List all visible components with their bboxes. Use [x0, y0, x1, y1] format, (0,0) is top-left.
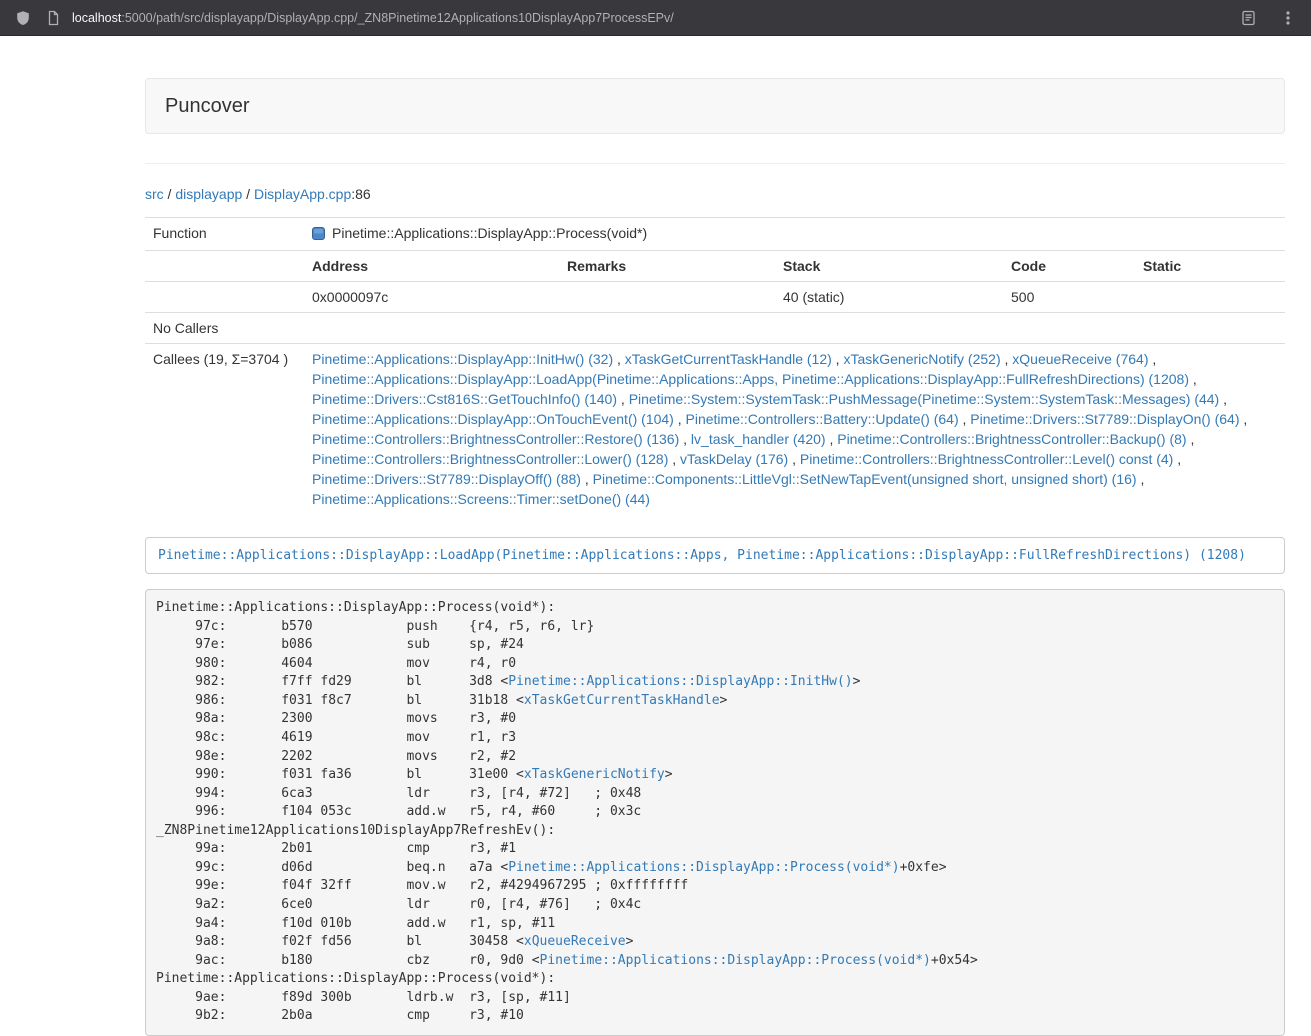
breadcrumb-line-number: :86 [351, 186, 370, 202]
shield-icon[interactable] [14, 9, 32, 27]
callee-link[interactable]: Pinetime::Drivers::St7789::DisplayOn() (… [970, 411, 1239, 427]
page-title: Puncover [165, 93, 1265, 119]
breadcrumb-link[interactable]: displayapp [175, 186, 242, 202]
divider [145, 163, 1285, 164]
callee-link[interactable]: Pinetime::Applications::DisplayApp::Init… [312, 351, 613, 367]
callee-link[interactable]: Pinetime::Controllers::BrightnessControl… [312, 431, 679, 447]
breadcrumb-separator: / [164, 186, 176, 202]
stats-header-row: Address Remarks Stack Code Static [145, 251, 1285, 282]
function-row: Function Pinetime::Applications::Display… [145, 218, 1285, 251]
callee-link[interactable]: xTaskGenericNotify (252) [843, 351, 1000, 367]
callee-link[interactable]: Pinetime::Controllers::BrightnessControl… [800, 451, 1173, 467]
function-row-label: Function [145, 218, 304, 251]
page-icon[interactable] [44, 9, 62, 27]
callee-link[interactable]: Pinetime::Controllers::Battery::Update()… [686, 411, 959, 427]
breadcrumb-link[interactable]: DisplayApp.cpp [254, 186, 351, 202]
callee-link[interactable]: Pinetime::Components::LittleVgl::SetNewT… [593, 471, 1137, 487]
stats-row-spacer [145, 282, 304, 313]
no-callers-label: No Callers [145, 313, 304, 344]
function-cell: Pinetime::Applications::DisplayApp::Proc… [304, 218, 1285, 251]
function-name: Pinetime::Applications::DisplayApp::Proc… [332, 225, 647, 241]
stats-header-spacer [145, 251, 304, 282]
callee-link[interactable]: Pinetime::Drivers::St7789::DisplayOff() … [312, 471, 581, 487]
no-callers-cell [304, 313, 1285, 344]
static-value [1135, 282, 1285, 313]
address-value: 0x0000097c [304, 282, 559, 313]
menu-kebab-icon[interactable] [1279, 9, 1297, 27]
breadcrumb-link[interactable]: src [145, 186, 164, 202]
disassembly: Pinetime::Applications::DisplayApp::Proc… [145, 589, 1285, 1036]
breadcrumb-separator: / [242, 186, 254, 202]
function-table: Function Pinetime::Applications::Display… [145, 217, 1285, 514]
url-bar[interactable]: localhost:5000/path/src/displayapp/Displ… [72, 11, 674, 25]
column-header-code: Code [1003, 251, 1135, 282]
url-host: localhost [72, 11, 121, 25]
url-path: :5000/path/src/displayapp/DisplayApp.cpp… [121, 11, 673, 25]
callee-link[interactable]: lv_task_handler (420) [691, 431, 826, 447]
stats-row: 0x0000097c 40 (static) 500 [145, 282, 1285, 313]
callee-link[interactable]: vTaskDelay (176) [680, 451, 788, 467]
reader-view-icon[interactable] [1239, 9, 1257, 27]
page-title-panel: Puncover [145, 78, 1285, 134]
breadcrumb: src / displayapp / DisplayApp.cpp:86 [145, 184, 1285, 204]
code-value: 500 [1003, 282, 1135, 313]
callee-link[interactable]: Pinetime::Drivers::Cst816S::GetTouchInfo… [312, 391, 617, 407]
column-header-remarks: Remarks [559, 251, 775, 282]
callee-link[interactable]: Pinetime::Controllers::BrightnessControl… [837, 431, 1186, 447]
method-icon [312, 225, 325, 245]
callee-link[interactable]: Pinetime::Controllers::BrightnessControl… [312, 451, 668, 467]
main-content: Puncover src / displayapp / DisplayApp.c… [145, 78, 1285, 1036]
callee-link[interactable]: Pinetime::Applications::DisplayApp::OnTo… [312, 411, 674, 427]
column-header-address: Address [304, 251, 559, 282]
callee-link[interactable]: Pinetime::System::SystemTask::PushMessag… [629, 391, 1220, 407]
stack-value: 40 (static) [775, 282, 1003, 313]
code-symbol-link[interactable]: Pinetime::Applications::DisplayApp::Proc… [540, 953, 931, 968]
callees-row: Callees (19, Σ=3704 ) Pinetime::Applicat… [145, 344, 1285, 515]
code-symbol-link[interactable]: xTaskGetCurrentTaskHandle [524, 693, 720, 708]
code-symbol-link[interactable]: Pinetime::Applications::DisplayApp::Init… [508, 674, 852, 689]
callee-link[interactable]: xQueueReceive (764) [1012, 351, 1148, 367]
remarks-value [559, 282, 775, 313]
no-callers-row: No Callers [145, 313, 1285, 344]
code-symbol-link[interactable]: xQueueReceive [524, 934, 626, 949]
callee-link[interactable]: xTaskGetCurrentTaskHandle (12) [625, 351, 832, 367]
highlighted-symbol-link[interactable]: Pinetime::Applications::DisplayApp::Load… [158, 548, 1246, 563]
code-symbol-link[interactable]: xTaskGenericNotify [524, 767, 665, 782]
browser-toolbar: localhost:5000/path/src/displayapp/Displ… [0, 0, 1311, 36]
callee-link[interactable]: Pinetime::Applications::Screens::Timer::… [312, 491, 650, 507]
callees-label: Callees (19, Σ=3704 ) [145, 344, 304, 515]
column-header-static: Static [1135, 251, 1285, 282]
column-header-stack: Stack [775, 251, 1003, 282]
highlighted-symbol-box: Pinetime::Applications::DisplayApp::Load… [145, 537, 1285, 574]
callee-link[interactable]: Pinetime::Applications::DisplayApp::Load… [312, 371, 1189, 387]
code-symbol-link[interactable]: Pinetime::Applications::DisplayApp::Proc… [508, 860, 899, 875]
callees-list: Pinetime::Applications::DisplayApp::Init… [304, 344, 1285, 515]
toolbar-right-controls [1239, 9, 1297, 27]
